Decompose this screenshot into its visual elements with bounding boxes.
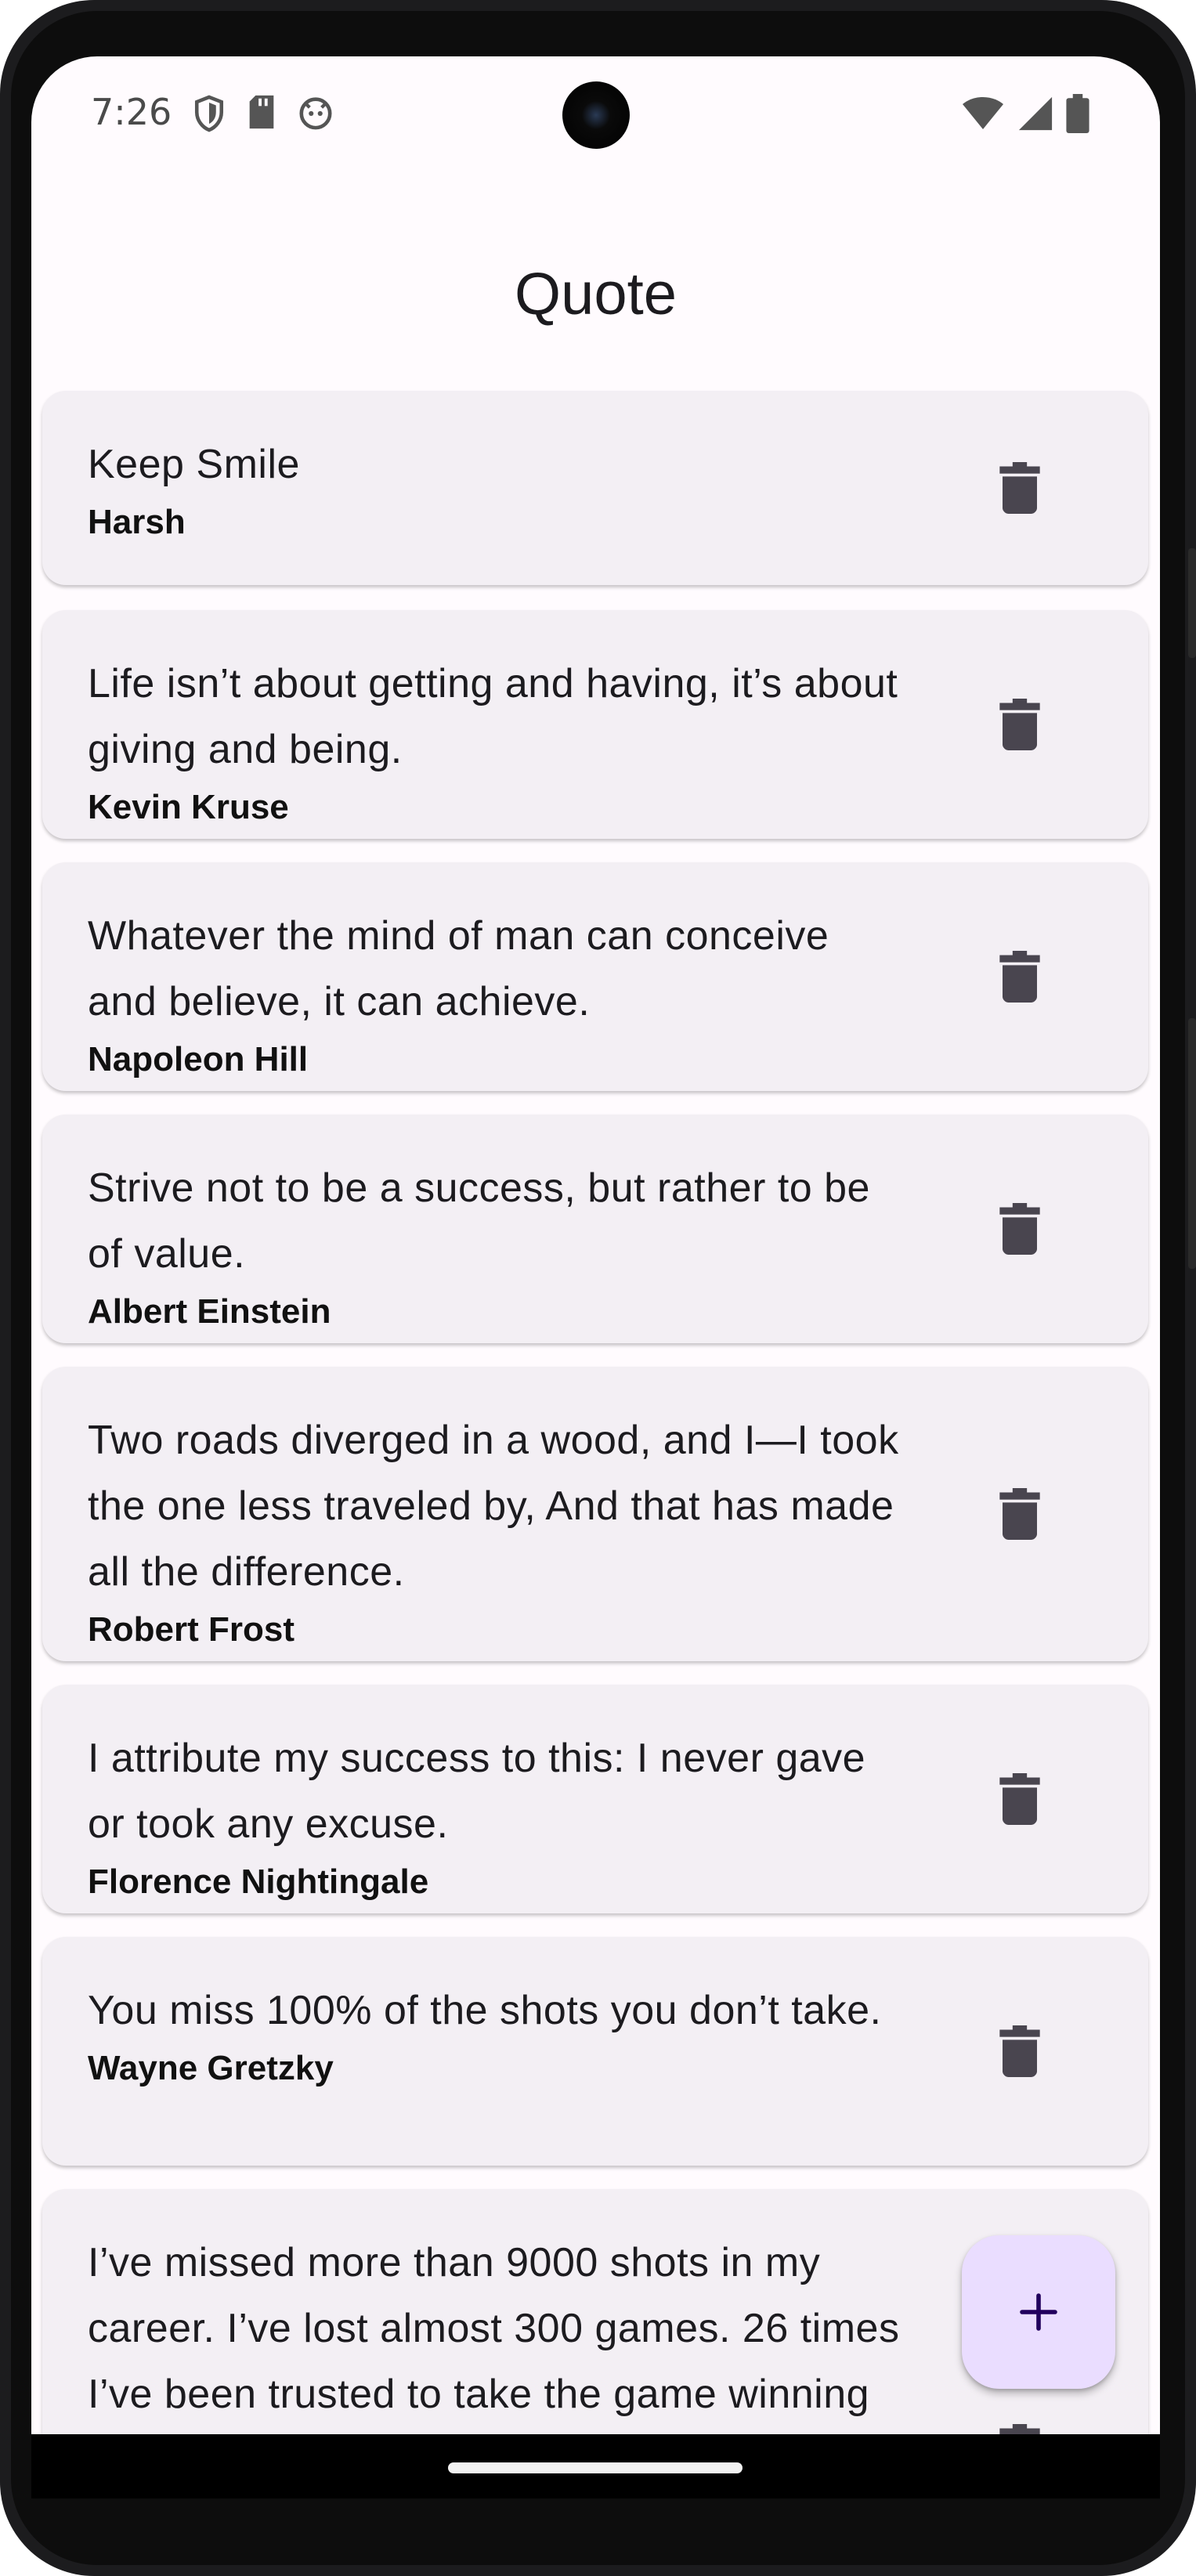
quote-author: Kevin Kruse (88, 788, 289, 826)
list-item: Life isn’t about getting and having, it’… (42, 610, 1148, 839)
plus-icon (1020, 2293, 1057, 2331)
front-camera (562, 81, 630, 149)
list-item: Keep Smile Harsh (42, 391, 1148, 585)
trash-icon (999, 699, 1040, 750)
list-item: Whatever the mind of man can conceive an… (42, 862, 1148, 1091)
delete-button[interactable] (998, 1488, 1042, 1540)
trash-icon (999, 462, 1040, 514)
cell-signal-icon (1017, 96, 1053, 135)
quote-author: Napoleon Hill (88, 1040, 309, 1078)
delete-button[interactable] (998, 2025, 1042, 2077)
quote-text: Keep Smile (88, 442, 300, 487)
quote-author: Wayne Gretzky (88, 2049, 334, 2087)
quote-text: Two roads diverged in a wood, and I—I to… (88, 1418, 899, 1595)
delete-button[interactable] (998, 699, 1042, 750)
screen: 7:26 Quote Keep Smile Harsh Life isn’t a… (31, 56, 1160, 2498)
sd-card-icon (246, 94, 277, 136)
status-bar: 7:26 (31, 56, 1160, 174)
delete-button[interactable] (998, 951, 1042, 1003)
trash-icon (999, 951, 1040, 1003)
trash-icon (999, 1488, 1040, 1540)
list-item: Two roads diverged in a wood, and I—I to… (42, 1367, 1148, 1661)
quote-text: Whatever the mind of man can conceive an… (88, 913, 829, 1024)
list-item: I attribute my success to this: I never … (42, 1685, 1148, 1913)
list-item: Strive not to be a success, but rather t… (42, 1115, 1148, 1343)
quote-text: You miss 100% of the shots you don’t tak… (88, 1988, 882, 2033)
quote-text: I attribute my success to this: I never … (88, 1736, 866, 1847)
home-gesture-handle[interactable] (448, 2462, 743, 2473)
quote-author: Albert Einstein (88, 1292, 331, 1331)
delete-button[interactable] (998, 1203, 1042, 1255)
quote-text: Life isn’t about getting and having, it’… (88, 661, 898, 772)
quote-author: Harsh (88, 503, 186, 541)
quote-author: Florence Nightingale (88, 1862, 429, 1901)
volume-button (1188, 1018, 1196, 1269)
trash-icon (999, 2025, 1040, 2077)
trash-icon (999, 1773, 1040, 1825)
add-quote-button[interactable] (962, 2235, 1115, 2389)
trash-icon (999, 1203, 1040, 1255)
quote-text: Strive not to be a success, but rather t… (88, 1165, 870, 1277)
delete-button[interactable] (998, 462, 1042, 514)
delete-button[interactable] (998, 1773, 1042, 1825)
shield-icon (193, 94, 226, 136)
status-time: 7:26 (91, 91, 172, 133)
robot-face-icon (298, 94, 334, 136)
battery-icon (1066, 94, 1089, 136)
wifi-icon (961, 96, 1005, 134)
quote-author: Robert Frost (88, 1610, 294, 1649)
power-button (1188, 548, 1196, 658)
list-item: You miss 100% of the shots you don’t tak… (42, 1937, 1148, 2166)
page-title: Quote (514, 261, 677, 327)
system-navigation-bar (31, 2434, 1160, 2498)
